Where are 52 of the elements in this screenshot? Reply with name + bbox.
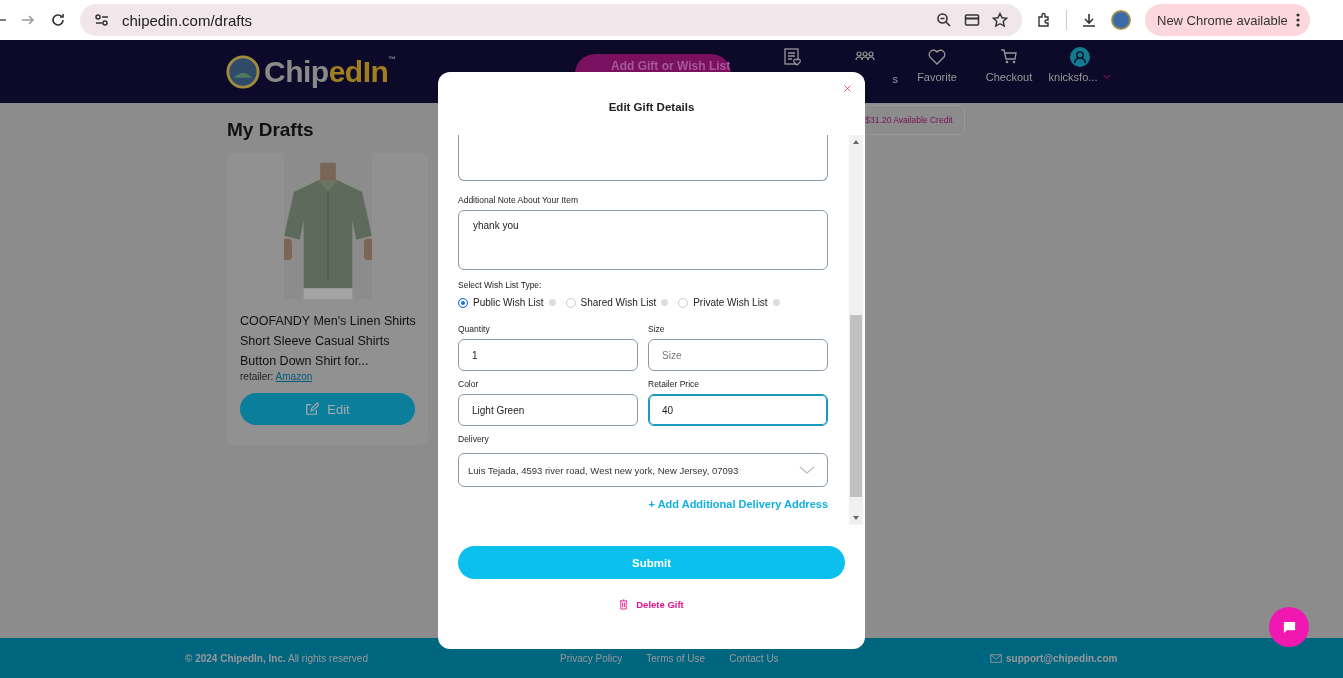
input-field[interactable]: Size xyxy=(648,339,828,371)
reload-icon[interactable] xyxy=(50,12,66,28)
retailer-label: retailer: xyxy=(240,371,274,382)
profile-avatar[interactable] xyxy=(1111,10,1131,30)
input-field[interactable]: 40 xyxy=(648,394,828,426)
card-icon[interactable] xyxy=(964,12,980,28)
zoom-icon[interactable] xyxy=(936,12,952,28)
download-icon[interactable] xyxy=(1081,12,1097,28)
field-label: Retailer Price xyxy=(648,379,701,389)
nav-label[interactable]: Favorite xyxy=(917,70,957,83)
edit-icon xyxy=(305,402,320,416)
field-label: Select Wish List Type: xyxy=(458,280,543,290)
field-label: Additional Note About Your Item xyxy=(458,195,580,205)
star-icon[interactable] xyxy=(992,12,1008,28)
user-name[interactable]: knicksfo... xyxy=(1048,70,1098,83)
chevron-icon xyxy=(799,466,815,474)
scrollbar[interactable] xyxy=(849,135,863,525)
field-label: Color xyxy=(458,379,480,389)
copyright-text: © 2024 ChipedIn, Inc. All rights reserved xyxy=(185,652,369,664)
input-field[interactable]: 1 xyxy=(458,339,638,371)
note-field[interactable]: yhank you xyxy=(458,210,828,270)
chat-icon xyxy=(1281,619,1297,635)
field-label: Delivery xyxy=(458,434,490,444)
radio-label[interactable]: Shared Wish List xyxy=(580,297,657,308)
page-title: My Drafts xyxy=(227,119,315,141)
nav-label[interactable]: s xyxy=(892,72,898,85)
address-bar[interactable]: chipedin.com/drafts xyxy=(80,4,1022,36)
field-label: Quantity xyxy=(458,324,491,334)
list-heart-icon[interactable] xyxy=(783,46,803,67)
logo-icon[interactable] xyxy=(226,54,260,89)
field-label: Size xyxy=(648,324,666,334)
radio-label[interactable]: Private Wish List xyxy=(693,297,768,308)
more-icon xyxy=(1295,12,1300,28)
text-area[interactable] xyxy=(458,135,828,181)
mail-icon xyxy=(990,653,1002,663)
update-button[interactable]: New Chrome available xyxy=(1145,4,1310,36)
extensions-icon[interactable] xyxy=(1036,12,1052,28)
radio-label[interactable]: Public Wish List xyxy=(473,297,544,308)
close-icon[interactable] xyxy=(844,85,851,92)
radio-button[interactable] xyxy=(458,297,468,308)
nav-label[interactable]: Checkout xyxy=(985,70,1033,83)
trash-icon xyxy=(619,599,629,610)
input-field[interactable]: Light Green xyxy=(458,394,638,426)
product-title: COOFANDY Men's Linen Shirts Short Sleeve Casual Shirts Button Down Shirt for... xyxy=(240,313,417,370)
site-settings-icon[interactable] xyxy=(94,12,110,28)
url-text: chipedin.com/drafts xyxy=(122,11,253,29)
logo-text[interactable]: ChipedIn$^{™}$ xyxy=(264,54,396,89)
user-avatar-icon[interactable] xyxy=(1070,46,1090,67)
dialog-title: Edit Gift Details xyxy=(608,101,695,113)
delete-gift-button[interactable]: Delete Gift xyxy=(619,599,684,610)
delivery-select[interactable]: Luis Tejada, 4593 river road, West new york, New Jersey, 07093 xyxy=(458,453,828,487)
chat-button[interactable] xyxy=(1269,607,1309,647)
